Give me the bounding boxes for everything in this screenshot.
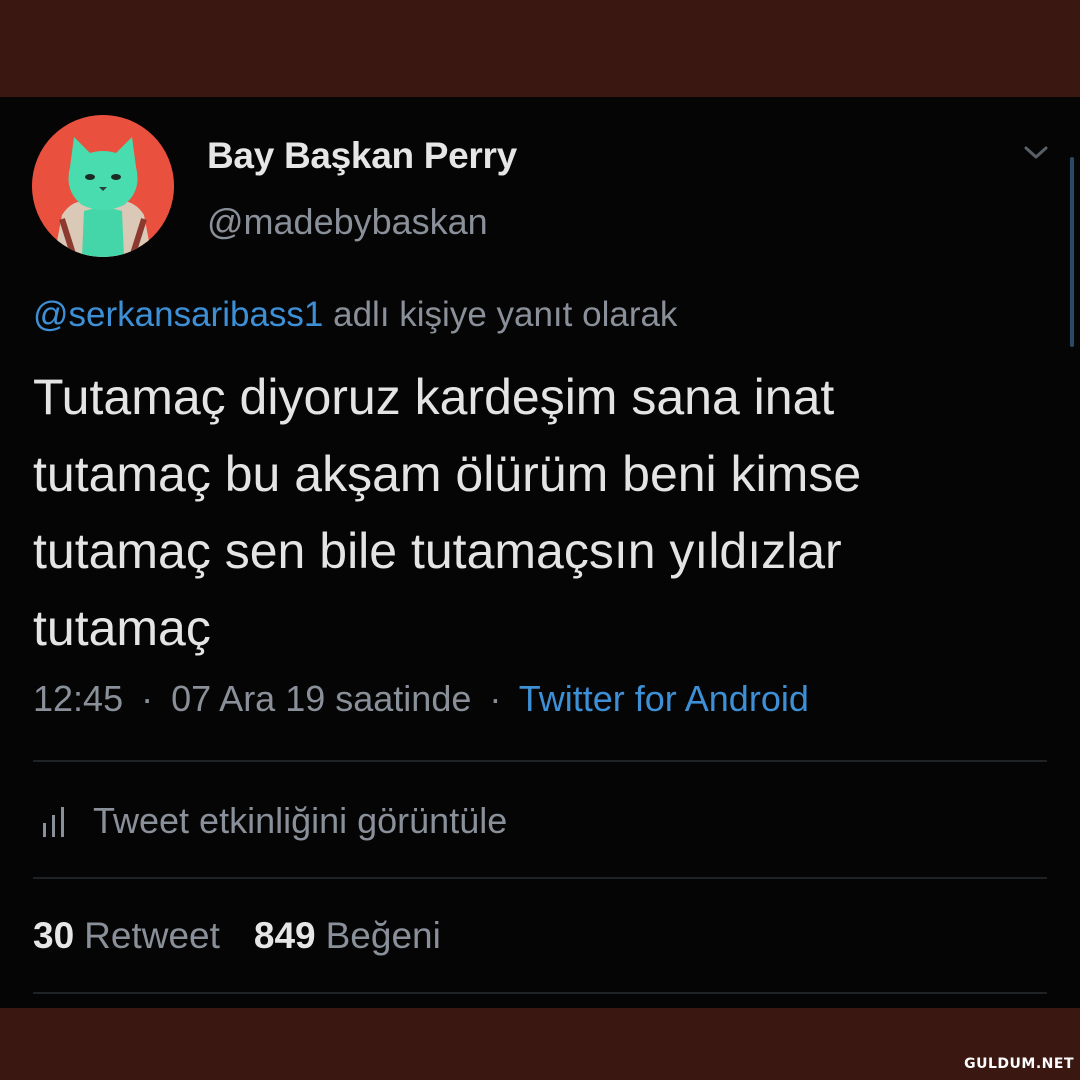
bar-chart-icon xyxy=(43,807,64,837)
chevron-down-icon[interactable] xyxy=(1018,139,1054,167)
reply-context: @serkansaribass1 adlı kişiye yanıt olara… xyxy=(33,295,677,335)
tweet-line: tutamaç bu akşam ölürüm beni kimse xyxy=(33,446,862,502)
divider xyxy=(33,992,1047,994)
tweet-line: tutamaç sen bile tutamaçsın yıldızlar xyxy=(33,523,842,579)
tweet-activity-button[interactable]: Tweet etkinliğini görüntüle xyxy=(33,797,507,845)
meta-separator: · xyxy=(489,678,502,719)
scrollbar[interactable] xyxy=(1070,157,1074,347)
retweet-count: 30 xyxy=(33,915,75,956)
like-stat[interactable]: 849 Beğeni xyxy=(254,915,441,956)
tweet-date: 07 Ara 19 saatinde xyxy=(171,678,472,719)
like-count: 849 xyxy=(253,915,316,956)
tweet-text: Tutamaç diyoruz kardeşim sana inat tutam… xyxy=(33,359,1053,667)
retweet-label: Retweet xyxy=(84,915,220,956)
meta-separator: · xyxy=(141,678,154,719)
watermark: GULDUM.NET xyxy=(964,1056,1074,1072)
tweet-panel: Bay Başkan Perry @madebybaskan @serkansa… xyxy=(0,97,1080,1008)
tweet-activity-label: Tweet etkinliğini görüntüle xyxy=(93,800,508,841)
tweet-line: Tutamaç diyoruz kardeşim sana inat xyxy=(33,369,835,425)
retweet-stat[interactable]: 30 Retweet xyxy=(33,915,220,956)
top-frame-band xyxy=(0,0,1080,97)
divider xyxy=(33,760,1047,762)
tweet-meta: 12:45 · 07 Ara 19 saatinde · Twitter for… xyxy=(33,678,809,720)
reply-mention-link[interactable]: @serkansaribass1 xyxy=(33,295,323,334)
tweet-time: 12:45 xyxy=(33,678,124,719)
author-display-name[interactable]: Bay Başkan Perry xyxy=(207,135,517,177)
tweet-stats: 30 Retweet 849 Beğeni xyxy=(33,915,441,957)
tweet-source-link[interactable]: Twitter for Android xyxy=(519,678,809,719)
like-label: Beğeni xyxy=(325,915,441,956)
author-handle[interactable]: @madebybaskan xyxy=(207,201,488,243)
tweet-line: tutamaç xyxy=(33,600,211,656)
reply-suffix: adlı kişiye yanıt olarak xyxy=(333,295,678,334)
bottom-frame-band xyxy=(0,1008,1080,1080)
cat-avatar-icon[interactable] xyxy=(32,115,174,257)
divider xyxy=(33,877,1047,879)
